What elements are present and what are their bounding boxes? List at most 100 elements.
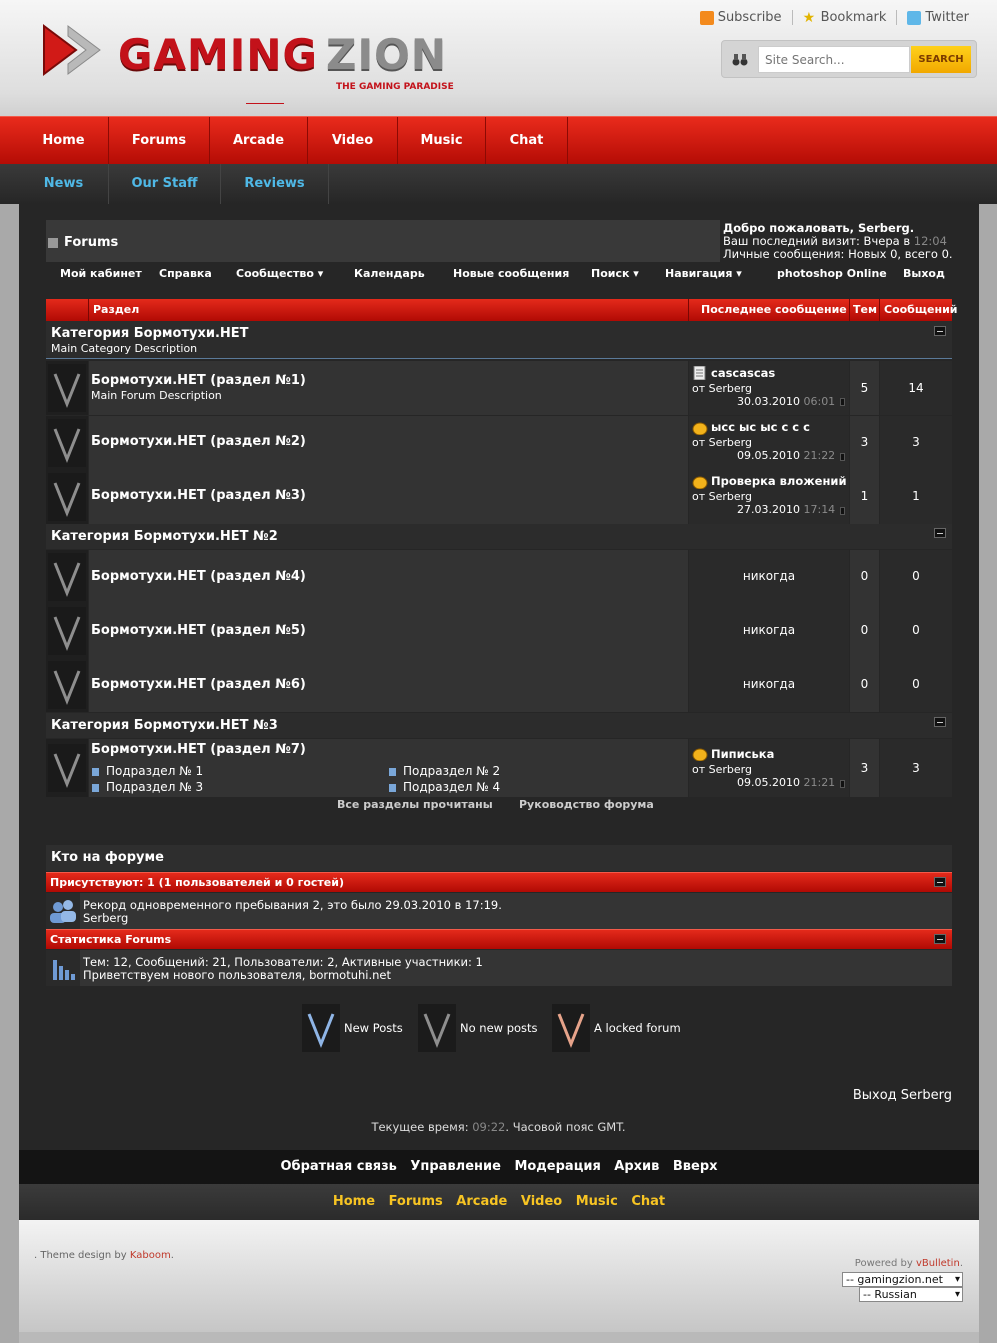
subforum-link[interactable]: Подраздел № 3	[92, 780, 203, 794]
last-post-date: 30.03.2010 06:01	[737, 395, 835, 408]
nav-music[interactable]: Music	[398, 117, 486, 165]
nav-home[interactable]: Home	[19, 117, 109, 165]
goto-last-post-icon[interactable]	[840, 453, 845, 461]
forum-title[interactable]: Бормотухи.НЕТ (раздел №7)	[91, 742, 306, 757]
nav-chat[interactable]: Chat	[486, 117, 568, 165]
forum-title[interactable]: Бормотухи.НЕТ (раздел №5)	[91, 623, 306, 638]
goto-last-post-icon[interactable]	[840, 398, 845, 406]
collapse-icon[interactable]	[934, 877, 946, 887]
footer-contact-link[interactable]: Обратная связь	[280, 1150, 396, 1184]
timezone-text: . Часовой пояс GMT.	[505, 1120, 626, 1134]
nav-arcade[interactable]: Arcade	[210, 117, 308, 165]
goto-last-post-icon[interactable]	[840, 507, 845, 515]
navlink-photoshop[interactable]: photoshop Online	[777, 267, 887, 280]
stats-title: Статистика Forums	[50, 933, 172, 946]
bookmark-link[interactable]: ★ Bookmark	[791, 10, 897, 25]
last-post-title[interactable]: cascascas	[711, 366, 775, 380]
footer-nav-home[interactable]: Home	[333, 1184, 375, 1220]
twitter-icon	[907, 10, 922, 25]
threads-cell: 0	[850, 658, 879, 712]
forum-title[interactable]: Бормотухи.НЕТ (раздел №4)	[91, 569, 306, 584]
forum-row: Бормотухи.НЕТ (раздел №4) никогда 0 0	[46, 550, 952, 604]
forum-status-cell	[46, 550, 88, 604]
subforum-link[interactable]: Подраздел № 4	[389, 780, 500, 794]
footer-archive-link[interactable]: Архив	[614, 1150, 659, 1184]
last-post-cell: Пиписька от Serberg 09.05.2010 21:21	[689, 739, 849, 797]
forum-title[interactable]: Бормотухи.НЕТ (раздел №1)	[91, 373, 306, 388]
footer-bottom: . Theme design by Kaboom. Powered by vBu…	[19, 1220, 979, 1332]
navlink-new-posts[interactable]: Новые сообщения	[453, 267, 569, 280]
forum-title[interactable]: Бормотухи.НЕТ (раздел №2)	[91, 434, 306, 449]
online-user-link[interactable]: Serberg	[83, 911, 128, 925]
forum-main-cell: Бормотухи.НЕТ (раздел №3)	[89, 470, 688, 524]
header-separator	[879, 299, 880, 321]
navlink-community[interactable]: Сообщество ▾	[236, 267, 323, 280]
post-count: 0	[912, 677, 920, 691]
nav-reviews[interactable]: Reviews	[221, 164, 329, 204]
collapse-icon[interactable]	[934, 934, 946, 944]
nav-video[interactable]: Video	[308, 117, 398, 165]
post-count: 1	[912, 489, 920, 503]
twitter-link[interactable]: Twitter	[896, 10, 979, 25]
category-title[interactable]: Категория Бормотухи.НЕТ №3	[51, 718, 278, 733]
navlink-calendar[interactable]: Календарь	[354, 267, 425, 280]
online-users-title[interactable]: Присутствуют: 1 (1 пользователей и 0 гос…	[50, 876, 344, 889]
nav-forums[interactable]: Forums	[109, 117, 210, 165]
collapse-icon[interactable]	[934, 528, 946, 538]
footer-admin-link[interactable]: Управление	[410, 1150, 501, 1184]
search-button[interactable]: SEARCH	[911, 46, 971, 73]
nav-our-staff[interactable]: Our Staff	[109, 164, 221, 204]
forum-title[interactable]: Бормотухи.НЕТ (раздел №6)	[91, 677, 306, 692]
legend-locked-forum: A locked forum	[552, 1004, 681, 1052]
theme-author-link[interactable]: Kaboom	[130, 1250, 171, 1261]
last-post-title[interactable]: Проверка вложений	[711, 474, 847, 488]
posts-cell: 0	[880, 604, 952, 658]
navlink-logout[interactable]: Выход	[903, 267, 945, 280]
nav-news[interactable]: News	[19, 164, 109, 204]
last-post-author[interactable]: от Serberg	[692, 382, 752, 395]
footer-top-link[interactable]: Вверх	[673, 1150, 718, 1184]
footer-nav-arcade[interactable]: Arcade	[456, 1184, 507, 1220]
private-messages[interactable]: Личные сообщения: Новых 0, всего 0.	[723, 248, 953, 261]
breadcrumb-title[interactable]: Forums	[64, 235, 118, 250]
mark-forums-read-link[interactable]: Все разделы прочитаны	[337, 798, 493, 811]
collapse-icon[interactable]	[934, 717, 946, 727]
vbulletin-link[interactable]: vBulletin	[916, 1258, 960, 1269]
search-input[interactable]	[758, 46, 910, 73]
forum-title[interactable]: Бормотухи.НЕТ (раздел №3)	[91, 488, 306, 503]
category-title[interactable]: Категория Бормотухи.НЕТ №2	[51, 529, 278, 544]
navlink-faq[interactable]: Справка	[159, 267, 212, 280]
footer-nav-chat[interactable]: Chat	[631, 1184, 665, 1220]
new-posts-icon	[302, 1004, 340, 1052]
footer-moderation-link[interactable]: Модерация	[514, 1150, 600, 1184]
footer-nav-music[interactable]: Music	[576, 1184, 618, 1220]
last-post-title[interactable]: Пиписька	[711, 747, 774, 761]
footer-links: Обратная связь Управление Модерация Архи…	[19, 1150, 979, 1184]
last-post-author[interactable]: от Serberg	[692, 490, 752, 503]
document-icon	[693, 366, 706, 380]
goto-last-post-icon[interactable]	[840, 780, 845, 788]
subforum-link[interactable]: Подраздел № 2	[389, 764, 500, 778]
footer-nav-video[interactable]: Video	[521, 1184, 562, 1220]
style-select[interactable]: -- gamingzion.net	[842, 1272, 963, 1287]
sub-nav: News Our Staff Reviews	[0, 164, 997, 204]
footer-nav-forums[interactable]: Forums	[389, 1184, 443, 1220]
subforum-link[interactable]: Подраздел № 1	[92, 764, 203, 778]
forum-rules-link[interactable]: Руководство форума	[519, 798, 654, 811]
collapse-icon[interactable]	[934, 326, 946, 336]
header-separator	[688, 299, 689, 321]
last-post-author[interactable]: от Serberg	[692, 763, 752, 776]
subscribe-link[interactable]: Subscribe	[690, 10, 792, 25]
site-logo[interactable]: GAMING ZION	[118, 30, 447, 79]
navlink-search[interactable]: Поиск ▾	[591, 267, 639, 280]
navlink-usercp[interactable]: Мой кабинет	[60, 267, 142, 280]
last-post-title[interactable]: ысс ыс ыс с с с	[711, 420, 810, 434]
language-select[interactable]: -- Russian	[859, 1287, 963, 1302]
forum-row: Бормотухи.НЕТ (раздел №2) ысс ыс ыс с с …	[46, 416, 952, 470]
bookmark-label: Bookmark	[820, 10, 887, 25]
last-post-author[interactable]: от Serberg	[692, 436, 752, 449]
navlink-navigation[interactable]: Навигация ▾	[665, 267, 742, 280]
logout-link[interactable]: Выход Serberg	[853, 1088, 952, 1103]
category-title[interactable]: Категория Бормотухи.НЕТ	[51, 326, 249, 341]
last-post-time: 21:21	[803, 776, 836, 789]
